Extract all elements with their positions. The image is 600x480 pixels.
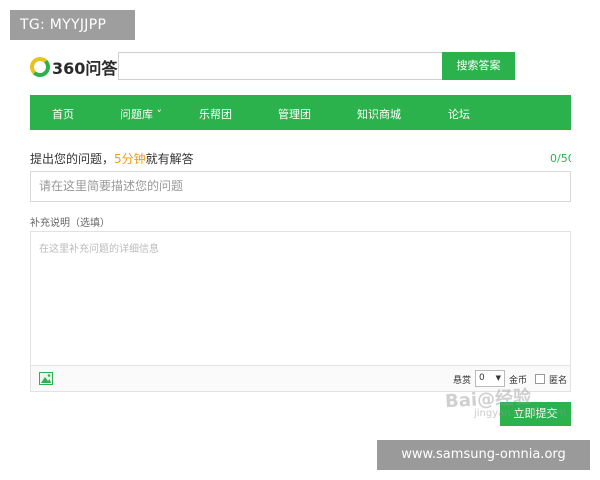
- question-title-input[interactable]: 请在这里简要描述您的问题: [30, 171, 571, 202]
- ask-question-page: 360问答 搜索答案 首页 问题库 ˅ 乐帮团 管理团 知识商城 论坛 提出您的…: [30, 40, 571, 440]
- prompt-suffix: 就有解答: [145, 152, 194, 166]
- editor-toolbar: 悬赏 0 ▼ 金币 匿名: [30, 366, 571, 392]
- question-detail-textarea[interactable]: 在这里补充问题的详细信息: [30, 231, 571, 366]
- search-input[interactable]: [118, 52, 443, 80]
- insert-image-icon[interactable]: [39, 372, 53, 385]
- nav-item-home[interactable]: 首页: [52, 106, 74, 122]
- nav-item-knowledge-mall[interactable]: 知识商城: [357, 106, 401, 122]
- coin-label: 金币: [509, 376, 528, 386]
- submit-button[interactable]: 立即提交: [500, 402, 571, 426]
- reward-value: 0: [479, 373, 485, 383]
- char-counter: 0/50: [550, 152, 571, 165]
- anonymous-checkbox[interactable]: [535, 374, 545, 384]
- supplement-label: 补充说明（选填）: [30, 218, 110, 229]
- logo-text: 360问答: [52, 59, 118, 78]
- nav-item-question-library[interactable]: 问题库 ˅: [120, 106, 162, 122]
- search-button[interactable]: 搜索答案: [442, 52, 515, 80]
- nav-item-forum[interactable]: 论坛: [448, 106, 470, 122]
- reward-label: 悬赏: [453, 376, 472, 386]
- site-logo[interactable]: 360问答: [30, 54, 117, 80]
- logo-ring-icon: [30, 57, 50, 77]
- prompt-prefix: 提出您的问题，: [30, 152, 115, 166]
- nav-item-management[interactable]: 管理团: [278, 106, 311, 122]
- watermark-label-bottom-right: www.samsung-omnia.org: [377, 440, 590, 470]
- prompt-highlight: 5分钟: [114, 152, 146, 166]
- chevron-down-icon: ▼: [495, 374, 501, 382]
- main-nav: 首页 问题库 ˅ 乐帮团 管理团 知识商城 论坛: [30, 95, 571, 130]
- ask-prompt: 提出您的问题，5分钟就有解答: [30, 150, 194, 167]
- watermark-label-top-left: TG: MYYJJPP: [10, 10, 135, 40]
- reward-select[interactable]: 0 ▼: [475, 370, 505, 387]
- anonymous-label: 匿名: [549, 376, 568, 386]
- nav-item-help-group[interactable]: 乐帮团: [199, 106, 232, 122]
